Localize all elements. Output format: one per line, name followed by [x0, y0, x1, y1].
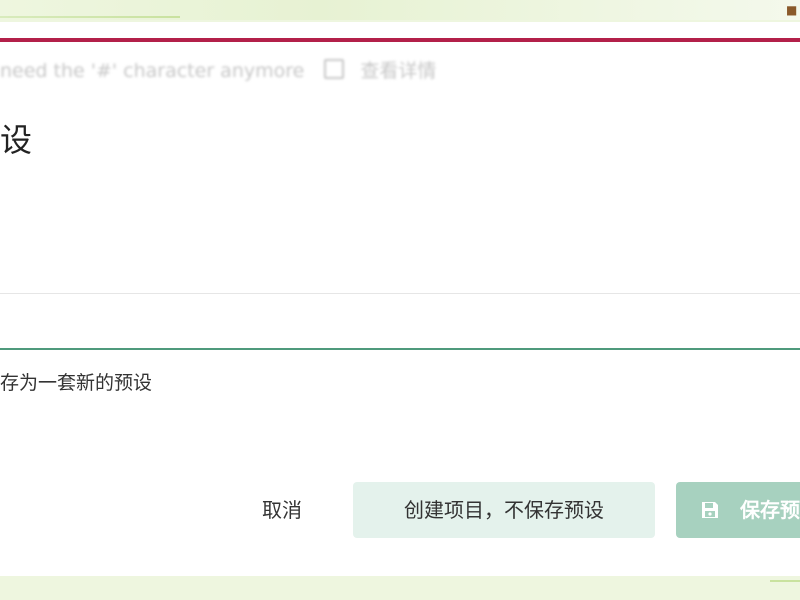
save-as-new-preset-label[interactable]: 存为一套新的预设 [0, 370, 152, 396]
background-hint: need the '#' character anymore 查看详情 [0, 56, 436, 83]
bottom-strip-accent [770, 580, 800, 582]
section-divider-accent [0, 348, 800, 350]
stamp-icon: ■ [786, 3, 798, 17]
floppy-disk-icon [702, 502, 718, 518]
cancel-button[interactable]: 取消 [240, 482, 324, 538]
external-link-icon [324, 59, 345, 79]
save-preset-button[interactable]: 保存预 [676, 482, 800, 538]
save-preset-button-label: 保存预 [740, 498, 800, 522]
create-without-saving-button[interactable]: 创建项目，不保存预设 [353, 482, 655, 538]
create-project-dialog: need the '#' character anymore 查看详情 设 存为… [0, 22, 800, 576]
background-hint-text: need the '#' character anymore [0, 60, 305, 82]
divider [0, 293, 800, 294]
dialog-accent-bar [0, 38, 800, 42]
background-hint-link[interactable]: 查看详情 [360, 60, 436, 82]
section-title: 设 [0, 121, 33, 159]
top-strip-accent [0, 16, 180, 18]
